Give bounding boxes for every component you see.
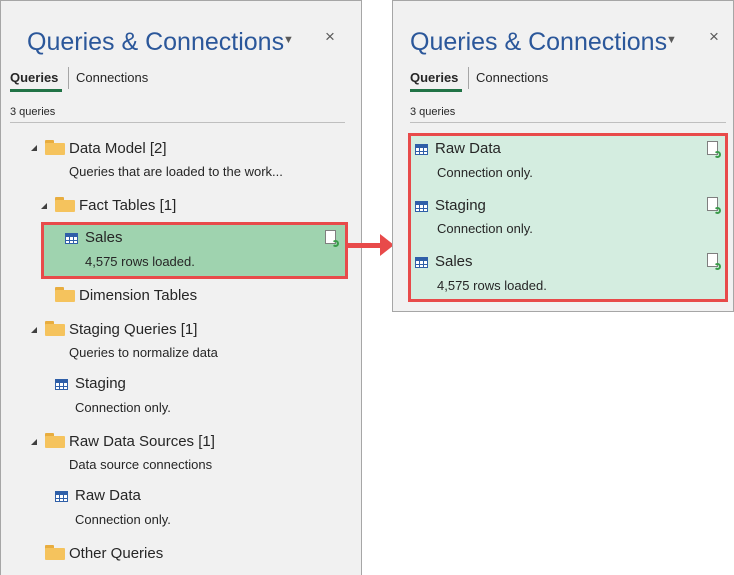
query-staging[interactable]: Staging <box>75 375 126 392</box>
pane-close-icon[interactable]: × <box>325 27 335 47</box>
query-staging-status: Connection only. <box>75 400 171 415</box>
folder-icon <box>55 197 75 212</box>
expand-caret-icon[interactable] <box>31 145 37 151</box>
folder-icon <box>55 287 75 302</box>
pane-title: Queries & Connections <box>410 28 668 56</box>
expand-caret-icon[interactable] <box>31 327 37 333</box>
annotation-arrow-shaft <box>347 243 382 248</box>
divider <box>410 122 726 123</box>
group-raw-data-sources-description: Data source connections <box>69 457 213 472</box>
pane-options-dropdown-icon[interactable]: ▼ <box>283 34 294 46</box>
annotation-highlight-box <box>41 222 348 279</box>
query-raw-data[interactable]: Raw Data <box>75 487 141 504</box>
folder-icon <box>45 140 65 155</box>
tab-separator <box>68 67 69 89</box>
table-icon <box>55 491 68 502</box>
group-data-model[interactable]: Data Model [2] <box>69 140 167 157</box>
annotation-highlight-box <box>408 133 728 302</box>
tab-connections[interactable]: Connections <box>476 70 548 85</box>
folder-icon <box>45 545 65 560</box>
group-dimension-tables[interactable]: Dimension Tables <box>79 287 197 304</box>
pane-close-icon[interactable]: × <box>709 27 719 47</box>
tab-separator <box>468 67 469 89</box>
active-tab-underline <box>410 89 462 92</box>
queries-pane-grouped: Queries & Connections ▼ × Queries Connec… <box>0 0 362 575</box>
group-other-queries[interactable]: Other Queries <box>69 545 163 562</box>
queries-pane-flat: Queries & Connections ▼ × Queries Connec… <box>392 0 734 312</box>
expand-caret-icon[interactable] <box>31 439 37 445</box>
tab-connections[interactable]: Connections <box>76 70 148 85</box>
pane-options-dropdown-icon[interactable]: ▼ <box>666 34 677 46</box>
group-raw-data-sources[interactable]: Raw Data Sources [1] <box>69 433 215 450</box>
folder-icon <box>45 321 65 336</box>
query-count: 3 queries <box>410 106 456 118</box>
divider <box>10 122 345 123</box>
group-staging-queries[interactable]: Staging Queries [1] <box>69 321 197 338</box>
pane-title: Queries & Connections <box>27 28 285 56</box>
active-tab-underline <box>10 89 62 92</box>
group-data-model-description: Queries that are loaded to the work... <box>69 164 283 179</box>
tab-queries[interactable]: Queries <box>10 70 58 85</box>
expand-caret-icon[interactable] <box>41 203 47 209</box>
query-count: 3 queries <box>10 106 56 118</box>
folder-icon <box>45 433 65 448</box>
query-raw-data-status: Connection only. <box>75 512 171 527</box>
tab-queries[interactable]: Queries <box>410 70 458 85</box>
group-staging-queries-description: Queries to normalize data <box>69 345 218 360</box>
group-fact-tables[interactable]: Fact Tables [1] <box>79 197 176 214</box>
table-icon <box>55 379 68 390</box>
